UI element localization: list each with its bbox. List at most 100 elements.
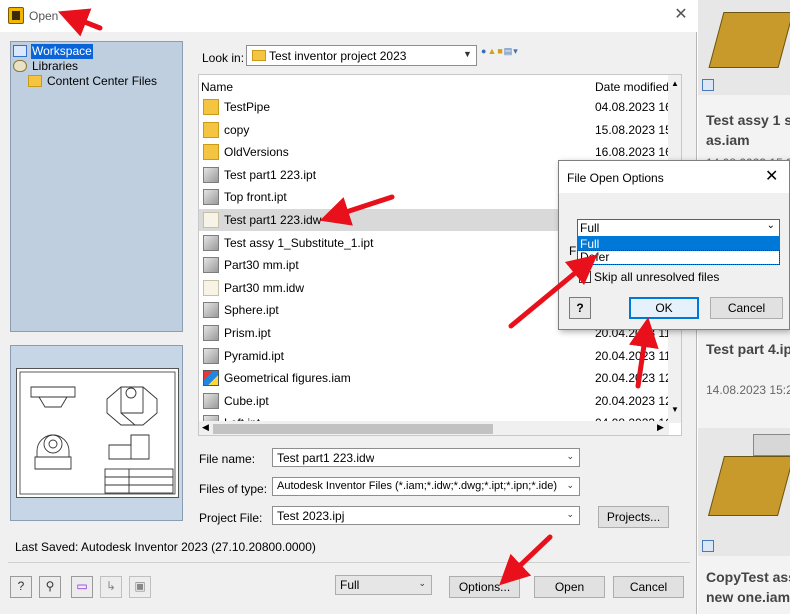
recent-file-title[interactable]: CopyTest ass new one.iam (706, 567, 790, 607)
up-folder-icon[interactable]: ▲ (487, 46, 497, 56)
files-of-type-label: Files of type: (199, 482, 268, 496)
look-in-value: Test inventor project 2023 (269, 49, 407, 63)
file-row[interactable]: Cube.ipt 20.04.2023 12 (199, 390, 669, 412)
file-name: copy (224, 122, 250, 137)
recent-file-title[interactable]: Test part 4.ip (706, 339, 790, 359)
folder-icon (252, 50, 266, 61)
recent-file-thumbnail[interactable] (698, 428, 790, 556)
file-row[interactable]: Pyramid.ipt 20.04.2023 11 (199, 345, 669, 367)
part-icon (203, 166, 219, 183)
project-file-dropdown[interactable]: Test 2023.ipj ⌄ (272, 506, 580, 525)
document-icon: ▣ (134, 579, 146, 593)
option-defer[interactable]: Defer (577, 250, 780, 265)
last-saved-text: Last Saved: Autodesk Inventor 2023 (27.1… (15, 540, 316, 554)
nav-item-label: Content Center Files (47, 74, 158, 88)
view-menu-icon[interactable]: ▤▾ (504, 46, 519, 56)
popup-title-bar: File Open Options ✕ (559, 161, 789, 193)
skip-unresolved-checkbox[interactable] (579, 271, 591, 283)
file-row[interactable]: Geometrical figures.iam 20.04.2023 12 (199, 367, 669, 389)
workspace-icon (13, 45, 27, 57)
location-tree: Workspace Libraries Content Center Files (10, 41, 183, 332)
options-button[interactable]: Options... (449, 576, 520, 598)
open-mode-value: Full (340, 578, 360, 592)
open-mode-dropdown[interactable]: Full ⌄ (335, 575, 432, 595)
file-name: Test part1 223.ipt (224, 167, 317, 182)
folder-icon (203, 99, 219, 115)
project-file-value: Test 2023.ipj (277, 509, 345, 523)
file-date: 04.08.2023 16 (595, 100, 669, 114)
disabled-tool-button[interactable]: ↳ (100, 576, 122, 598)
part-icon (203, 189, 219, 206)
horizontal-scrollbar[interactable]: ◀ ▶ (199, 421, 669, 435)
project-file-label: Project File: (199, 511, 263, 525)
part-icon (203, 257, 219, 274)
scroll-right-icon[interactable]: ▶ (657, 422, 664, 433)
file-open-options-dialog: File Open Options ✕ F Full ⌄ Full Defer … (558, 160, 790, 330)
file-name: Test assy 1_Substitute_1.ipt (224, 235, 374, 250)
part-icon (203, 325, 219, 341)
drawing-icon (203, 279, 219, 296)
file-name: Pyramid.ipt (224, 348, 285, 363)
file-name-value: Test part1 223.idw (277, 451, 375, 465)
scroll-down-icon[interactable]: ▼ (671, 405, 679, 414)
file-name: Sphere.ipt (224, 303, 279, 318)
projects-button[interactable]: Projects... (598, 506, 669, 528)
skip-unresolved-label: Skip all unresolved files (594, 270, 720, 284)
files-of-type-dropdown[interactable]: Autodesk Inventor Files (*.iam;*.idw;*.d… (272, 477, 580, 496)
file-name-input[interactable]: Test part1 223.idw ⌄ (272, 448, 580, 467)
look-in-label: Look in: (202, 51, 245, 65)
navigation-toolbar[interactable]: ●▲■▤▾ (481, 46, 519, 57)
scrollbar-thumb[interactable] (213, 424, 493, 434)
chevron-down-icon: ⌄ (566, 509, 574, 519)
close-icon[interactable]: ✕ (765, 168, 778, 186)
help-button[interactable]: ? (569, 297, 591, 319)
nav-item-label: Libraries (32, 59, 79, 73)
arrow-icon: ↳ (105, 579, 117, 593)
file-name: Top front.ipt (224, 190, 287, 205)
close-icon[interactable]: ✕ (672, 6, 690, 24)
file-date: 20.04.2023 12 (595, 371, 669, 386)
file-name: Prism.ipt (224, 326, 271, 340)
assembly-icon (203, 370, 219, 387)
file-row[interactable]: TestPipe 04.08.2023 16 (199, 96, 669, 118)
file-name-label: File name: (199, 452, 256, 466)
file-date: 15.08.2023 15 (595, 122, 669, 137)
drawing-thumbnail (16, 368, 179, 498)
file-name: Geometrical figures.iam (224, 371, 351, 386)
chevron-down-icon: ⌄ (566, 480, 574, 490)
chevron-down-icon: ⌄ (566, 451, 574, 461)
ok-button[interactable]: OK (629, 297, 699, 319)
binoculars-icon: ⚲ (45, 579, 55, 593)
chevron-down-icon: ⌄ (766, 220, 775, 231)
file-preview (10, 345, 183, 521)
recent-file-date: 14.08.2023 15:2 (706, 383, 790, 397)
help-button[interactable]: ? (10, 576, 32, 598)
open-mode-options-list: Full Defer (577, 237, 780, 265)
look-in-dropdown[interactable]: Test inventor project 2023 ▼ (246, 45, 477, 66)
find-button[interactable]: ⚲ (39, 576, 61, 598)
file-row[interactable]: copy 15.08.2023 15 (199, 119, 669, 141)
open-mode-select[interactable]: Full ⌄ (577, 219, 780, 237)
popup-title: File Open Options (567, 171, 664, 185)
popup-cancel-button[interactable]: Cancel (710, 297, 783, 319)
file-name: Part30 mm.idw (224, 280, 305, 295)
part-icon (203, 302, 219, 319)
scroll-left-icon[interactable]: ◀ (202, 422, 209, 433)
recent-file-title[interactable]: Test assy 1 sa as.iam (706, 110, 790, 150)
divider (8, 562, 690, 563)
file-date: 16.08.2023 16 (595, 145, 669, 160)
column-header-date[interactable]: Date modified (595, 80, 669, 94)
cancel-button[interactable]: Cancel (613, 576, 684, 598)
file-name: OldVersions (224, 145, 289, 160)
chevron-down-icon: ⌄ (418, 578, 426, 588)
file-date: 20.04.2023 12 (595, 393, 669, 408)
disabled-tool-button[interactable]: ▣ (129, 576, 151, 598)
file-name: Test part1 223.idw (224, 213, 322, 227)
folder-icon (203, 121, 219, 138)
drawing-icon (203, 212, 219, 228)
column-header-name[interactable]: Name (201, 80, 233, 94)
scroll-up-icon[interactable]: ▲ (671, 79, 679, 88)
new-file-button[interactable]: ▭ (71, 576, 93, 598)
open-button[interactable]: Open (534, 576, 605, 598)
part-icon (203, 234, 219, 251)
